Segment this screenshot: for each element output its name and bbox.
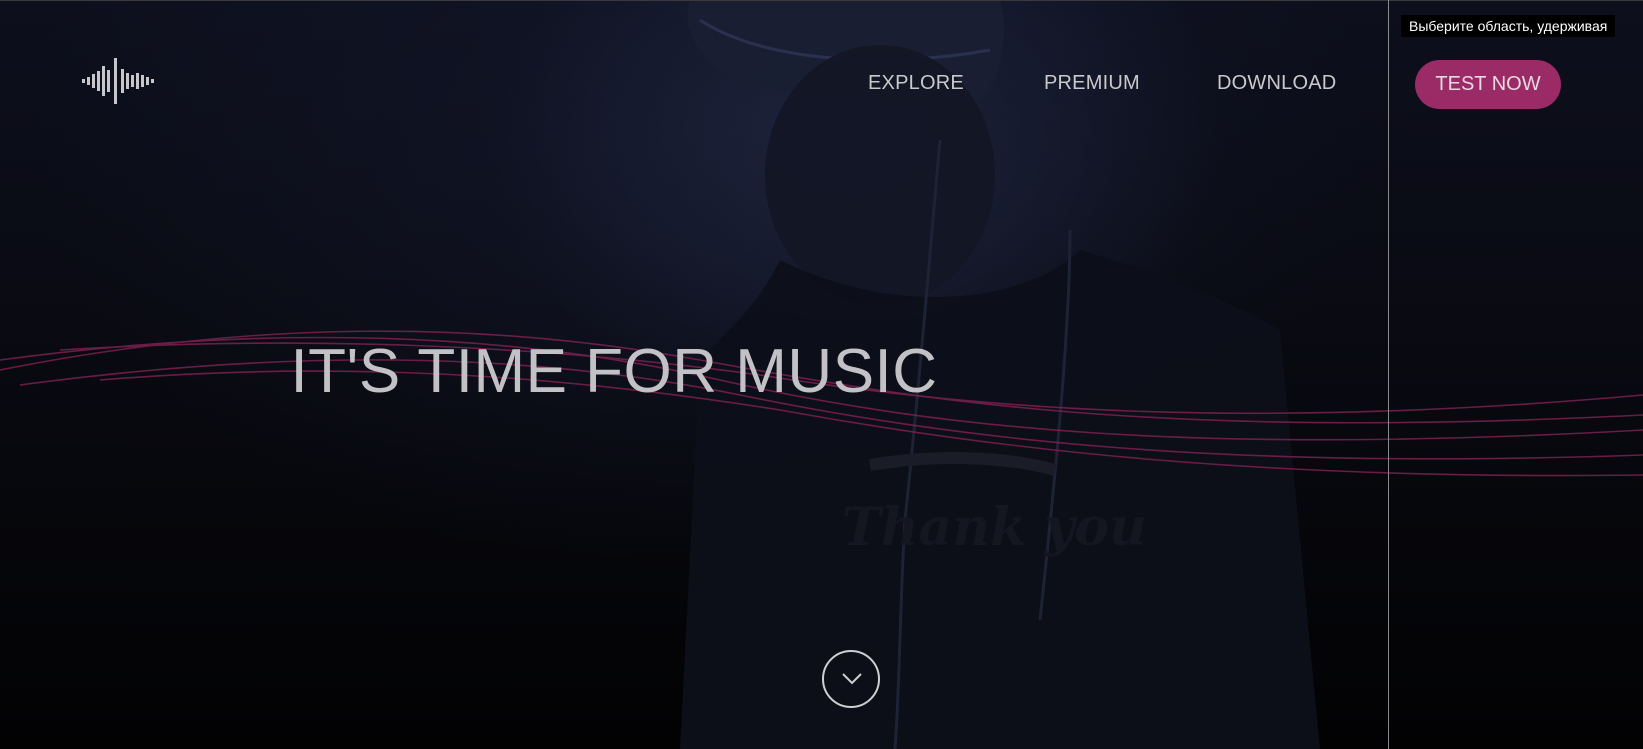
selection-divider-line [1388, 0, 1389, 749]
svg-text:Thank you: Thank you [842, 497, 1147, 558]
main-nav: EXPLORE PREMIUM DOWNLOAD TEST NOW [0, 60, 1643, 110]
test-now-button[interactable]: TEST NOW [1415, 60, 1561, 109]
hero-section: Thank you EXPLORE PREMIUM DOWNLOAD TEST … [0, 0, 1643, 749]
nav-item-download[interactable]: DOWNLOAD [1217, 72, 1336, 95]
selection-tooltip: Выберите область, удерживая [1401, 15, 1616, 37]
chevron-down-icon [842, 673, 862, 685]
nav-item-explore[interactable]: EXPLORE [868, 72, 964, 95]
nav-item-premium[interactable]: PREMIUM [1044, 72, 1140, 95]
screen-top-edge [0, 0, 1643, 1]
hero-headline: IT'S TIME FOR MUSIC [290, 337, 938, 406]
scroll-down-button[interactable] [822, 650, 880, 708]
